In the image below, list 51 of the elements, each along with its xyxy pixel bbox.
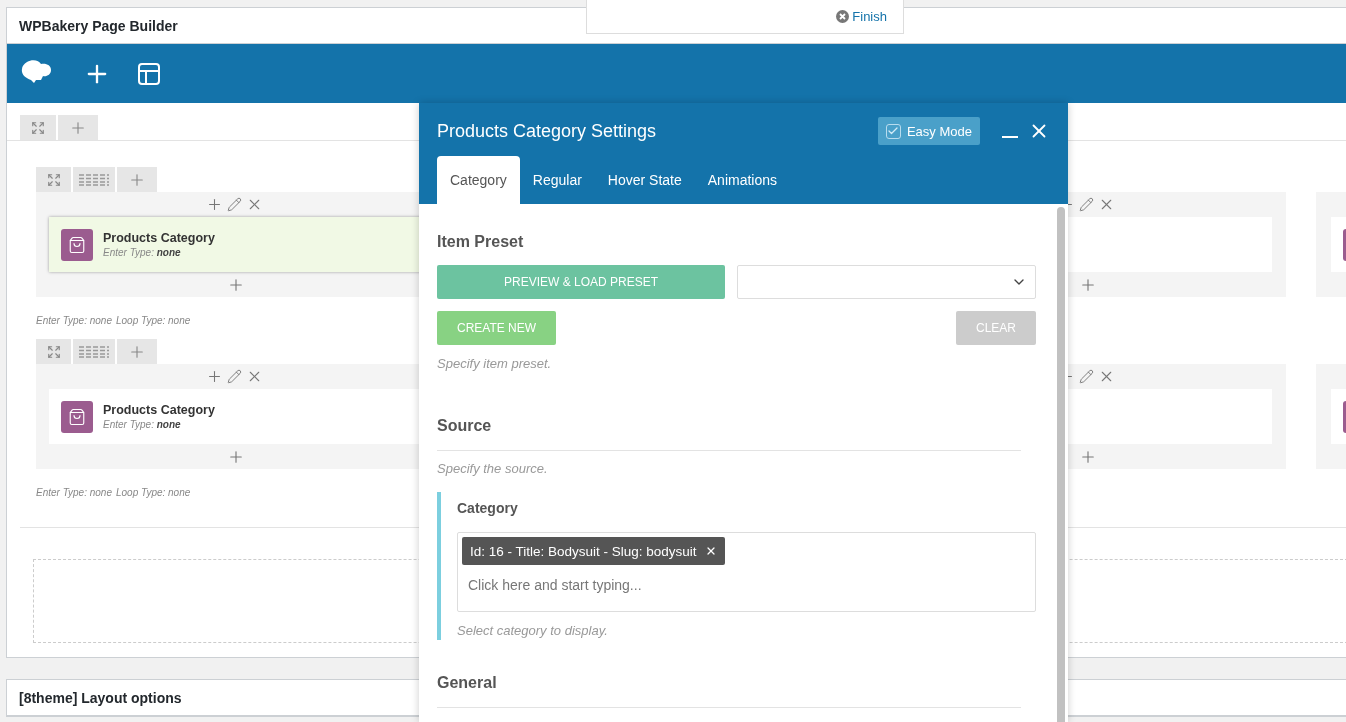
- layout-icon[interactable]: [137, 61, 161, 86]
- checkbox[interactable]: [885, 123, 901, 139]
- category-field[interactable]: Id: 16 - Title: Bodysuit - Slug: bodysuit Click here and start typing...: [457, 532, 1036, 612]
- tab[interactable]: Animations: [694, 156, 791, 204]
- add-button[interactable]: [117, 339, 157, 364]
- expand-button[interactable]: [20, 115, 56, 140]
- close-icon: [836, 10, 850, 23]
- element-subtitle: Enter Type: none: [103, 247, 182, 258]
- tab[interactable]: Hover State: [594, 156, 695, 204]
- section-heading: Item Preset: [437, 233, 525, 252]
- add-button[interactable]: [117, 167, 157, 192]
- row-meta: Enter Type: none: [36, 487, 112, 498]
- field-label: Category: [457, 500, 519, 516]
- edit-icon[interactable]: [227, 369, 242, 384]
- add-icon[interactable]: [206, 196, 223, 213]
- shopping-bag-icon: [61, 228, 93, 261]
- panel-title: [8theme] Layout options: [19, 689, 182, 706]
- row-meta: Enter Type: none: [36, 315, 112, 326]
- add-button[interactable]: [58, 115, 98, 140]
- drag-button[interactable]: [73, 167, 115, 192]
- element-subtitle: Enter Type: none: [103, 419, 182, 430]
- panel-title: WPBakery Page Builder: [19, 17, 178, 34]
- scrollbar[interactable]: [1057, 207, 1065, 722]
- edit-icon[interactable]: [227, 197, 242, 212]
- expand-button[interactable]: [36, 339, 71, 364]
- modal-title: Products Category Settings: [437, 120, 658, 142]
- tab[interactable]: Category: [437, 156, 520, 204]
- drag-button[interactable]: [73, 339, 115, 364]
- expand-button[interactable]: [36, 167, 71, 192]
- element-title: Products Category: [103, 403, 215, 417]
- finish-link[interactable]: Finish: [836, 9, 887, 24]
- tab[interactable]: Regular: [519, 156, 595, 204]
- section-heading: Source: [437, 417, 1021, 451]
- row-meta: Loop Type: none: [116, 487, 191, 498]
- edit-icon[interactable]: [1079, 369, 1094, 384]
- hint-text: Specify the source.: [437, 461, 549, 476]
- hint-text: Select category to display.: [457, 623, 609, 638]
- easy-mode-toggle[interactable]: Easy Mode: [877, 117, 980, 145]
- drag-handle-icon: [79, 173, 109, 186]
- drag-handle-icon: [79, 345, 109, 358]
- hint-text: Specify item preset.: [437, 356, 553, 371]
- expand-icon: [31, 120, 45, 135]
- shopping-bag-icon: [61, 400, 93, 433]
- expand-icon: [46, 344, 61, 359]
- edit-icon[interactable]: [1079, 197, 1094, 212]
- row-meta: Loop Type: none: [116, 315, 191, 326]
- category-tag: Id: 16 - Title: Bodysuit - Slug: bodysuit: [462, 537, 725, 565]
- element-title: Products Category: [103, 231, 215, 245]
- section-heading: General: [437, 674, 1021, 708]
- add-icon[interactable]: [206, 368, 223, 385]
- expand-icon: [46, 172, 61, 187]
